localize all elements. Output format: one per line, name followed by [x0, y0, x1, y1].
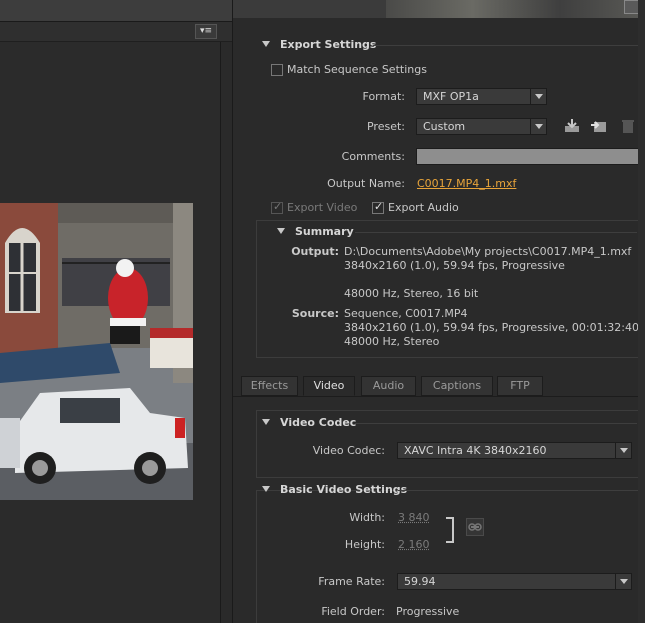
basic-video-header[interactable]: Basic Video Settings	[262, 483, 407, 496]
panel-menu-icon[interactable]: ▾≡	[195, 24, 217, 39]
delete-preset-icon[interactable]	[619, 118, 637, 134]
chevron-down-icon	[615, 443, 631, 458]
collapse-triangle-icon	[277, 228, 285, 234]
height-value[interactable]: 2 160	[398, 538, 430, 551]
collapse-triangle-icon	[262, 419, 270, 425]
format-dropdown[interactable]: MXF OP1a	[416, 88, 547, 105]
height-label: Height:	[344, 538, 385, 551]
field-order-value[interactable]: Progressive	[396, 605, 459, 618]
source-preview-pane: ▾≡	[0, 0, 232, 623]
video-preview-image	[0, 203, 193, 500]
preview-top-strip	[0, 0, 232, 22]
chain-link-icon[interactable]	[466, 518, 484, 536]
export-settings-panel: Export Settings Match Sequence Settings …	[232, 0, 645, 623]
window-top-bar	[233, 0, 645, 18]
summary-header[interactable]: Summary	[277, 225, 354, 238]
match-sequence-checkbox[interactable]	[271, 64, 283, 76]
preset-dropdown[interactable]: Custom	[416, 118, 547, 135]
tab-effects[interactable]: Effects	[241, 376, 298, 396]
import-preset-icon[interactable]	[590, 118, 608, 134]
summary-source-label: Source:	[291, 307, 339, 320]
chevron-down-icon	[615, 574, 631, 589]
export-settings-header[interactable]: Export Settings	[262, 38, 376, 51]
settings-scrollbar[interactable]	[638, 0, 645, 623]
summary-output-audio: 48000 Hz, Stereo, 16 bit	[344, 287, 479, 300]
export-audio-label: Export Audio	[388, 201, 459, 214]
export-video-checkbox[interactable]	[271, 200, 283, 214]
video-codec-label: Video Codec:	[312, 444, 385, 457]
tab-ftp[interactable]: FTP	[497, 376, 543, 396]
collapse-triangle-icon	[262, 41, 270, 47]
summary-output-video: 3840x2160 (1.0), 59.94 fps, Progressive	[344, 259, 565, 272]
tab-video[interactable]: Video	[303, 376, 355, 396]
summary-source-video: 3840x2160 (1.0), 59.94 fps, Progressive,…	[344, 321, 640, 334]
collapse-triangle-icon	[262, 486, 270, 492]
summary-source-name: Sequence, C0017.MP4	[344, 307, 468, 320]
basic-video-box	[256, 490, 641, 623]
preview-scrollbar[interactable]	[220, 42, 232, 623]
output-name-label: Output Name:	[327, 177, 405, 190]
output-name-link[interactable]: C0017.MP4_1.mxf	[417, 177, 516, 190]
match-sequence-label: Match Sequence Settings	[287, 63, 427, 76]
tab-captions[interactable]: Captions	[421, 376, 493, 396]
comments-label: Comments:	[341, 150, 405, 163]
export-video-label: Export Video	[287, 201, 358, 214]
width-value[interactable]: 3 840	[398, 511, 430, 524]
save-preset-icon[interactable]	[563, 118, 581, 134]
summary-output-label: Output:	[291, 245, 339, 258]
aspect-bracket	[446, 517, 454, 543]
comments-input[interactable]	[416, 148, 640, 165]
frame-rate-dropdown[interactable]: 59.94	[397, 573, 632, 590]
frame-rate-label: Frame Rate:	[318, 575, 385, 588]
preset-label: Preset:	[366, 120, 405, 133]
chevron-down-icon	[530, 89, 546, 104]
summary-output-path: D:\Documents\Adobe\My projects\C0017.MP4…	[344, 245, 632, 258]
tab-audio[interactable]: Audio	[361, 376, 416, 396]
video-codec-header[interactable]: Video Codec	[262, 416, 356, 429]
format-label: Format:	[362, 90, 405, 103]
field-order-label: Field Order:	[321, 605, 385, 618]
chevron-down-icon	[530, 119, 546, 134]
summary-source-audio: 48000 Hz, Stereo	[344, 335, 440, 348]
width-label: Width:	[349, 511, 385, 524]
export-audio-checkbox[interactable]	[372, 200, 384, 214]
video-codec-dropdown[interactable]: XAVC Intra 4K 3840x2160	[397, 442, 632, 459]
